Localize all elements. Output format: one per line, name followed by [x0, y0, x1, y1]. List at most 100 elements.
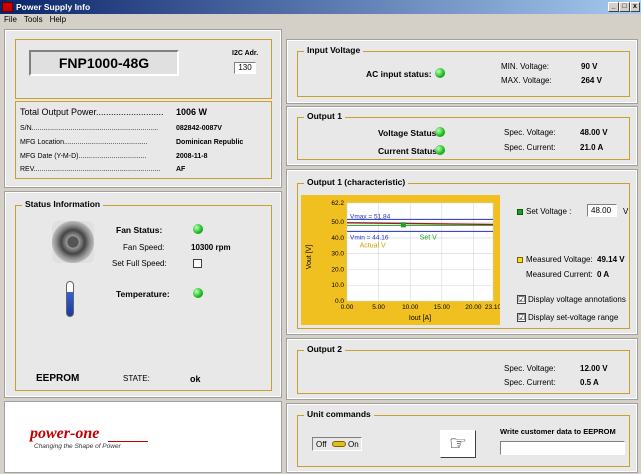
- menu-help[interactable]: Help: [50, 15, 66, 24]
- device-panel: FNP1000-48G I2C Adr. 130 Total Output Po…: [4, 29, 282, 188]
- set-voltage-label: Set Voltage :: [526, 207, 572, 216]
- x-tick-label: 0.00: [341, 304, 354, 311]
- spec-current-value: 21.0 A: [580, 143, 604, 152]
- write-eeprom-button[interactable]: ☞: [440, 430, 476, 458]
- minimize-button[interactable]: _: [608, 2, 619, 12]
- x-tick-label: 23.10: [485, 304, 500, 311]
- status-panel: Status Information Fan Status: Fan Speed…: [4, 191, 282, 398]
- characteristic-panel: Output 1 (characteristic) 0.00 5.00 10.00 1…: [286, 169, 638, 335]
- display-annotations-label: Display voltage annotations: [528, 295, 626, 304]
- vmax-annotation: Vmax = 51.84: [350, 213, 391, 220]
- current-status-label: Current Status: [378, 146, 438, 156]
- voltage-status-label: Voltage Status: [378, 128, 437, 138]
- app-icon: [2, 2, 13, 12]
- output2-panel: Output 2 Spec. Voltage: 12.00 V Spec. Cu…: [286, 338, 638, 400]
- output1-box: [297, 117, 630, 160]
- set-full-speed-label: Set Full Speed:: [112, 259, 167, 268]
- set-voltage-input[interactable]: 48.00: [587, 204, 617, 217]
- unit-commands-panel: Unit commands Off On ☞ Write customer da…: [286, 403, 638, 473]
- display-range-checkbox[interactable]: ☑: [517, 313, 526, 322]
- set-voltage-unit: V: [623, 207, 629, 216]
- info-box: Total Output Power......................…: [15, 101, 272, 179]
- rev-value: AF: [176, 166, 186, 173]
- x-axis-label: Iout [A]: [409, 315, 431, 322]
- display-range-label: Display set-voltage range: [528, 313, 619, 322]
- max-voltage-label: MAX. Voltage:: [501, 76, 552, 85]
- mfg-date-value: 2008-11-8: [176, 153, 208, 160]
- customer-data-input[interactable]: [500, 441, 625, 455]
- x-tick-label: 20.00: [465, 304, 482, 311]
- i2c-label: I2C Adr.: [232, 50, 259, 57]
- set-v-annotation: Set V: [420, 234, 437, 241]
- vout-iout-chart: 0.00 5.00 10.00 15.00 20.00 23.10 0.0 10.0 20.0 3…: [301, 195, 500, 325]
- switch-knob-icon: [332, 441, 346, 447]
- menu-file[interactable]: File: [4, 15, 17, 24]
- current-status-led: [435, 145, 445, 155]
- fan-speed-value: 10300 rpm: [191, 243, 231, 252]
- brand-tagline: Changing the Shape of Power: [34, 443, 121, 450]
- spec-current-label: Spec. Current:: [504, 143, 556, 152]
- ac-status-led: [435, 68, 445, 78]
- close-button[interactable]: x: [630, 2, 640, 12]
- model-box: FNP1000-48G I2C Adr. 130: [15, 39, 272, 99]
- x-tick-label: 10.00: [402, 304, 419, 311]
- output1-panel: Output 1 Voltage Status Current Status S…: [286, 106, 638, 166]
- on-label: On: [348, 440, 359, 449]
- thermometer-icon: [66, 281, 74, 317]
- actual-v-annotation: Actual V: [360, 242, 386, 249]
- input-voltage-panel: Input Voltage AC input status: MIN. Volt…: [286, 39, 638, 104]
- set-voltage-marker: [517, 209, 523, 215]
- input-voltage-box: [297, 51, 630, 97]
- set-full-speed-checkbox[interactable]: [193, 259, 202, 268]
- sn-label: S/N.....................................…: [20, 125, 159, 132]
- logo-line: [108, 441, 148, 442]
- characteristic-title: Output 1 (characteristic): [304, 177, 409, 187]
- sn-value: 082842-0087V: [176, 125, 222, 132]
- maximize-button[interactable]: □: [619, 2, 630, 12]
- rev-label: REV.....................................…: [20, 166, 161, 173]
- status-title: Status Information: [22, 199, 104, 209]
- menu-tools[interactable]: Tools: [24, 15, 43, 24]
- off-label: Off: [316, 440, 327, 449]
- y-tick-label: 40.0: [331, 235, 344, 242]
- total-power-value: 1006 W: [176, 107, 208, 117]
- vmin-annotation: Vmin = 44.16: [350, 234, 389, 241]
- brand-logo: power-one: [30, 425, 100, 442]
- y-tick-label: 50.0: [331, 219, 344, 226]
- total-power-label: Total Output Power......................…: [20, 107, 164, 117]
- min-voltage-label: MIN. Voltage:: [501, 62, 550, 71]
- fan-status-label: Fan Status:: [116, 225, 163, 235]
- i2c-address-field[interactable]: 130: [234, 62, 256, 74]
- output2-title: Output 2: [304, 344, 345, 354]
- x-tick-label: 5.00: [372, 304, 385, 311]
- mfg-date-label: MFG Date (Y-M-D)........................…: [20, 153, 147, 160]
- output2-spec-current-label: Spec. Current:: [504, 378, 556, 387]
- max-voltage-value: 264 V: [581, 76, 602, 85]
- display-annotations-checkbox[interactable]: ☑: [517, 295, 526, 304]
- menu-bar: File Tools Help: [0, 14, 641, 26]
- eeprom-label: EEPROM: [36, 373, 80, 384]
- y-tick-label: 62.2: [331, 200, 344, 207]
- temperature-label: Temperature:: [116, 289, 170, 299]
- temperature-led: [193, 288, 203, 298]
- y-tick-label: 30.0: [331, 251, 344, 258]
- ac-status-label: AC input status:: [366, 69, 432, 79]
- model-name: FNP1000-48G: [29, 50, 179, 76]
- measured-voltage-value: 49.14 V: [597, 255, 625, 264]
- y-tick-label: 20.0: [331, 266, 344, 273]
- mfg-location-label: MFG Location............................…: [20, 139, 148, 146]
- output2-spec-current-value: 0.5 A: [580, 378, 599, 387]
- y-tick-label: 0.0: [335, 298, 344, 305]
- set-v-marker: [400, 222, 406, 228]
- on-off-switch[interactable]: Off On: [312, 437, 362, 451]
- mfg-location-value: Dominican Republic: [176, 139, 244, 146]
- spec-voltage-value: 48.00 V: [580, 128, 608, 137]
- min-voltage-value: 90 V: [581, 62, 598, 71]
- unit-commands-title: Unit commands: [304, 409, 374, 419]
- logo-panel: power-one Changing the Shape of Power: [4, 401, 282, 473]
- measured-current-label: Measured Current:: [526, 270, 593, 279]
- output2-spec-voltage-value: 12.00 V: [580, 364, 608, 373]
- voltage-status-led: [435, 127, 445, 137]
- fan-speed-label: Fan Speed:: [123, 243, 165, 252]
- state-label: STATE:: [123, 374, 150, 383]
